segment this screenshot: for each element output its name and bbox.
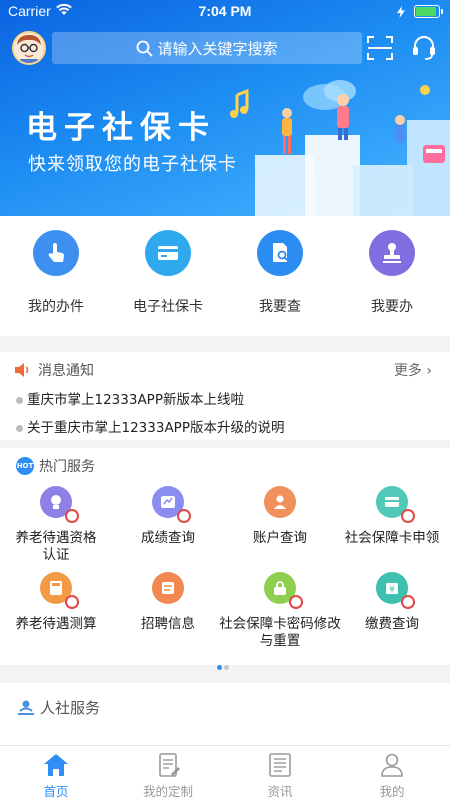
service-payment-query[interactable]: ¥ 缴费查询	[336, 572, 448, 633]
speaker-icon	[15, 363, 29, 377]
service-pension-calc[interactable]: 养老待遇测算	[0, 572, 112, 633]
hr-services: 人社服务	[0, 683, 450, 745]
banner-subtitle: 快来领取您的电子社保卡	[28, 154, 237, 175]
tab-custom[interactable]: 我的定制	[112, 752, 224, 800]
tab-mine[interactable]: 我的	[336, 752, 448, 800]
quick-nav-apply[interactable]: 我要办	[336, 230, 448, 330]
quick-nav-my-cases[interactable]: 我的办件	[0, 230, 112, 330]
svg-text:¥: ¥	[389, 585, 395, 595]
banner-title: 电子社保卡	[26, 110, 216, 146]
tab-label: 我的定制	[142, 784, 193, 799]
calculate-icon	[40, 572, 79, 609]
tab-label: 资讯	[267, 784, 293, 799]
hot-services: HOT 热门服务 养老待遇资格认证 成绩查询 账户查询 社会保障卡申领 养老待遇…	[0, 448, 450, 670]
pension-cert-icon	[40, 486, 79, 523]
banner[interactable]: Carrier 7:04 PM 请输入关键字搜索 电子社保卡 快来领取您的电子社…	[0, 0, 450, 216]
account-icon	[264, 486, 296, 518]
service-card-password[interactable]: 社会保障卡密码修改与重置	[219, 572, 341, 650]
quick-nav-query[interactable]: 我要查	[224, 230, 336, 330]
notice-header: 消息通知	[14, 360, 94, 380]
charging-icon	[397, 6, 405, 18]
user-icon	[381, 753, 403, 777]
score-icon	[152, 486, 191, 523]
quick-nav: 我的办件 电子社保卡 我要查 我要办	[0, 216, 450, 336]
certified-badge-icon	[401, 595, 415, 609]
quick-nav-social-card[interactable]: 电子社保卡	[112, 230, 224, 330]
customer-service-icon[interactable]	[410, 34, 438, 62]
hr-services-title: 人社服务	[40, 699, 101, 717]
service-label: 养老待遇测算	[15, 616, 97, 632]
hot-services-header: HOT 热门服务	[16, 456, 95, 476]
battery-icon	[414, 5, 443, 18]
bullet-icon	[16, 424, 23, 432]
bullet-icon	[16, 396, 23, 404]
notice-item[interactable]: 关于重庆市掌上12333APP版本升级的说明	[16, 416, 284, 436]
tab-bar: 首页 我的定制 资讯 我的	[0, 745, 450, 800]
page-indicator[interactable]	[217, 655, 231, 674]
quick-nav-label: 我要办	[371, 299, 413, 315]
certified-badge-icon	[65, 509, 79, 523]
quick-nav-label: 我要查	[259, 299, 301, 315]
tab-news[interactable]: 资讯	[224, 752, 336, 800]
notice-more-link[interactable]: 更多 ›	[394, 360, 432, 380]
status-time: 7:04 PM	[198, 3, 252, 19]
service-label: 社会保障卡密码修改与重置	[219, 616, 341, 649]
scan-icon[interactable]	[366, 34, 394, 62]
service-label: 成绩查询	[141, 530, 195, 546]
service-label: 养老待遇资格认证	[15, 530, 97, 563]
hot-badge-icon: HOT	[16, 457, 34, 475]
certified-badge-icon	[401, 509, 415, 523]
service-score-query[interactable]: 成绩查询	[112, 486, 224, 547]
notice-title: 消息通知	[38, 363, 94, 379]
service-label: 招聘信息	[141, 616, 195, 632]
recruit-icon	[152, 572, 184, 604]
tab-label: 我的	[379, 784, 405, 799]
payment-icon: ¥	[376, 572, 415, 609]
search-placeholder: 请输入关键字搜索	[157, 39, 278, 58]
certified-badge-icon	[289, 595, 303, 609]
service-pension-cert[interactable]: 养老待遇资格认证	[0, 486, 112, 564]
password-icon	[264, 572, 303, 609]
banner-illustration	[230, 80, 450, 216]
hot-services-title: 热门服务	[39, 459, 95, 475]
hand-tap-icon	[33, 230, 79, 276]
tab-home[interactable]: 首页	[0, 752, 112, 800]
notice-item[interactable]: 重庆市掌上12333APP新版本上线啦	[16, 388, 244, 408]
service-label: 账户查询	[253, 530, 307, 546]
document-search-icon	[257, 230, 303, 276]
service-recruitment[interactable]: 招聘信息	[112, 572, 224, 633]
service-label: 社会保障卡申领	[344, 530, 440, 546]
custom-icon	[159, 753, 180, 777]
certified-badge-icon	[65, 595, 79, 609]
search-input[interactable]: 请输入关键字搜索	[52, 32, 362, 64]
service-account-query[interactable]: 账户查询	[224, 486, 336, 547]
quick-nav-label: 我的办件	[28, 299, 84, 315]
home-icon	[44, 754, 68, 776]
quick-nav-label: 电子社保卡	[133, 299, 203, 315]
search-icon	[137, 40, 153, 56]
news-icon	[269, 753, 291, 777]
tab-label: 首页	[43, 784, 69, 799]
service-label: 缴费查询	[365, 616, 419, 632]
hr-services-header: 人社服务	[16, 697, 100, 718]
notice-panel: 消息通知 更多 › 重庆市掌上12333APP新版本上线啦 关于重庆市掌上123…	[0, 352, 450, 440]
card-apply-icon	[376, 486, 415, 523]
card-icon	[145, 230, 191, 276]
person-hand-icon	[18, 700, 34, 715]
certified-badge-icon	[177, 509, 191, 523]
status-bar: Carrier 7:04 PM	[0, 0, 450, 24]
service-card-apply[interactable]: 社会保障卡申领	[336, 486, 448, 547]
avatar[interactable]	[12, 31, 46, 65]
stamp-icon	[369, 230, 415, 276]
